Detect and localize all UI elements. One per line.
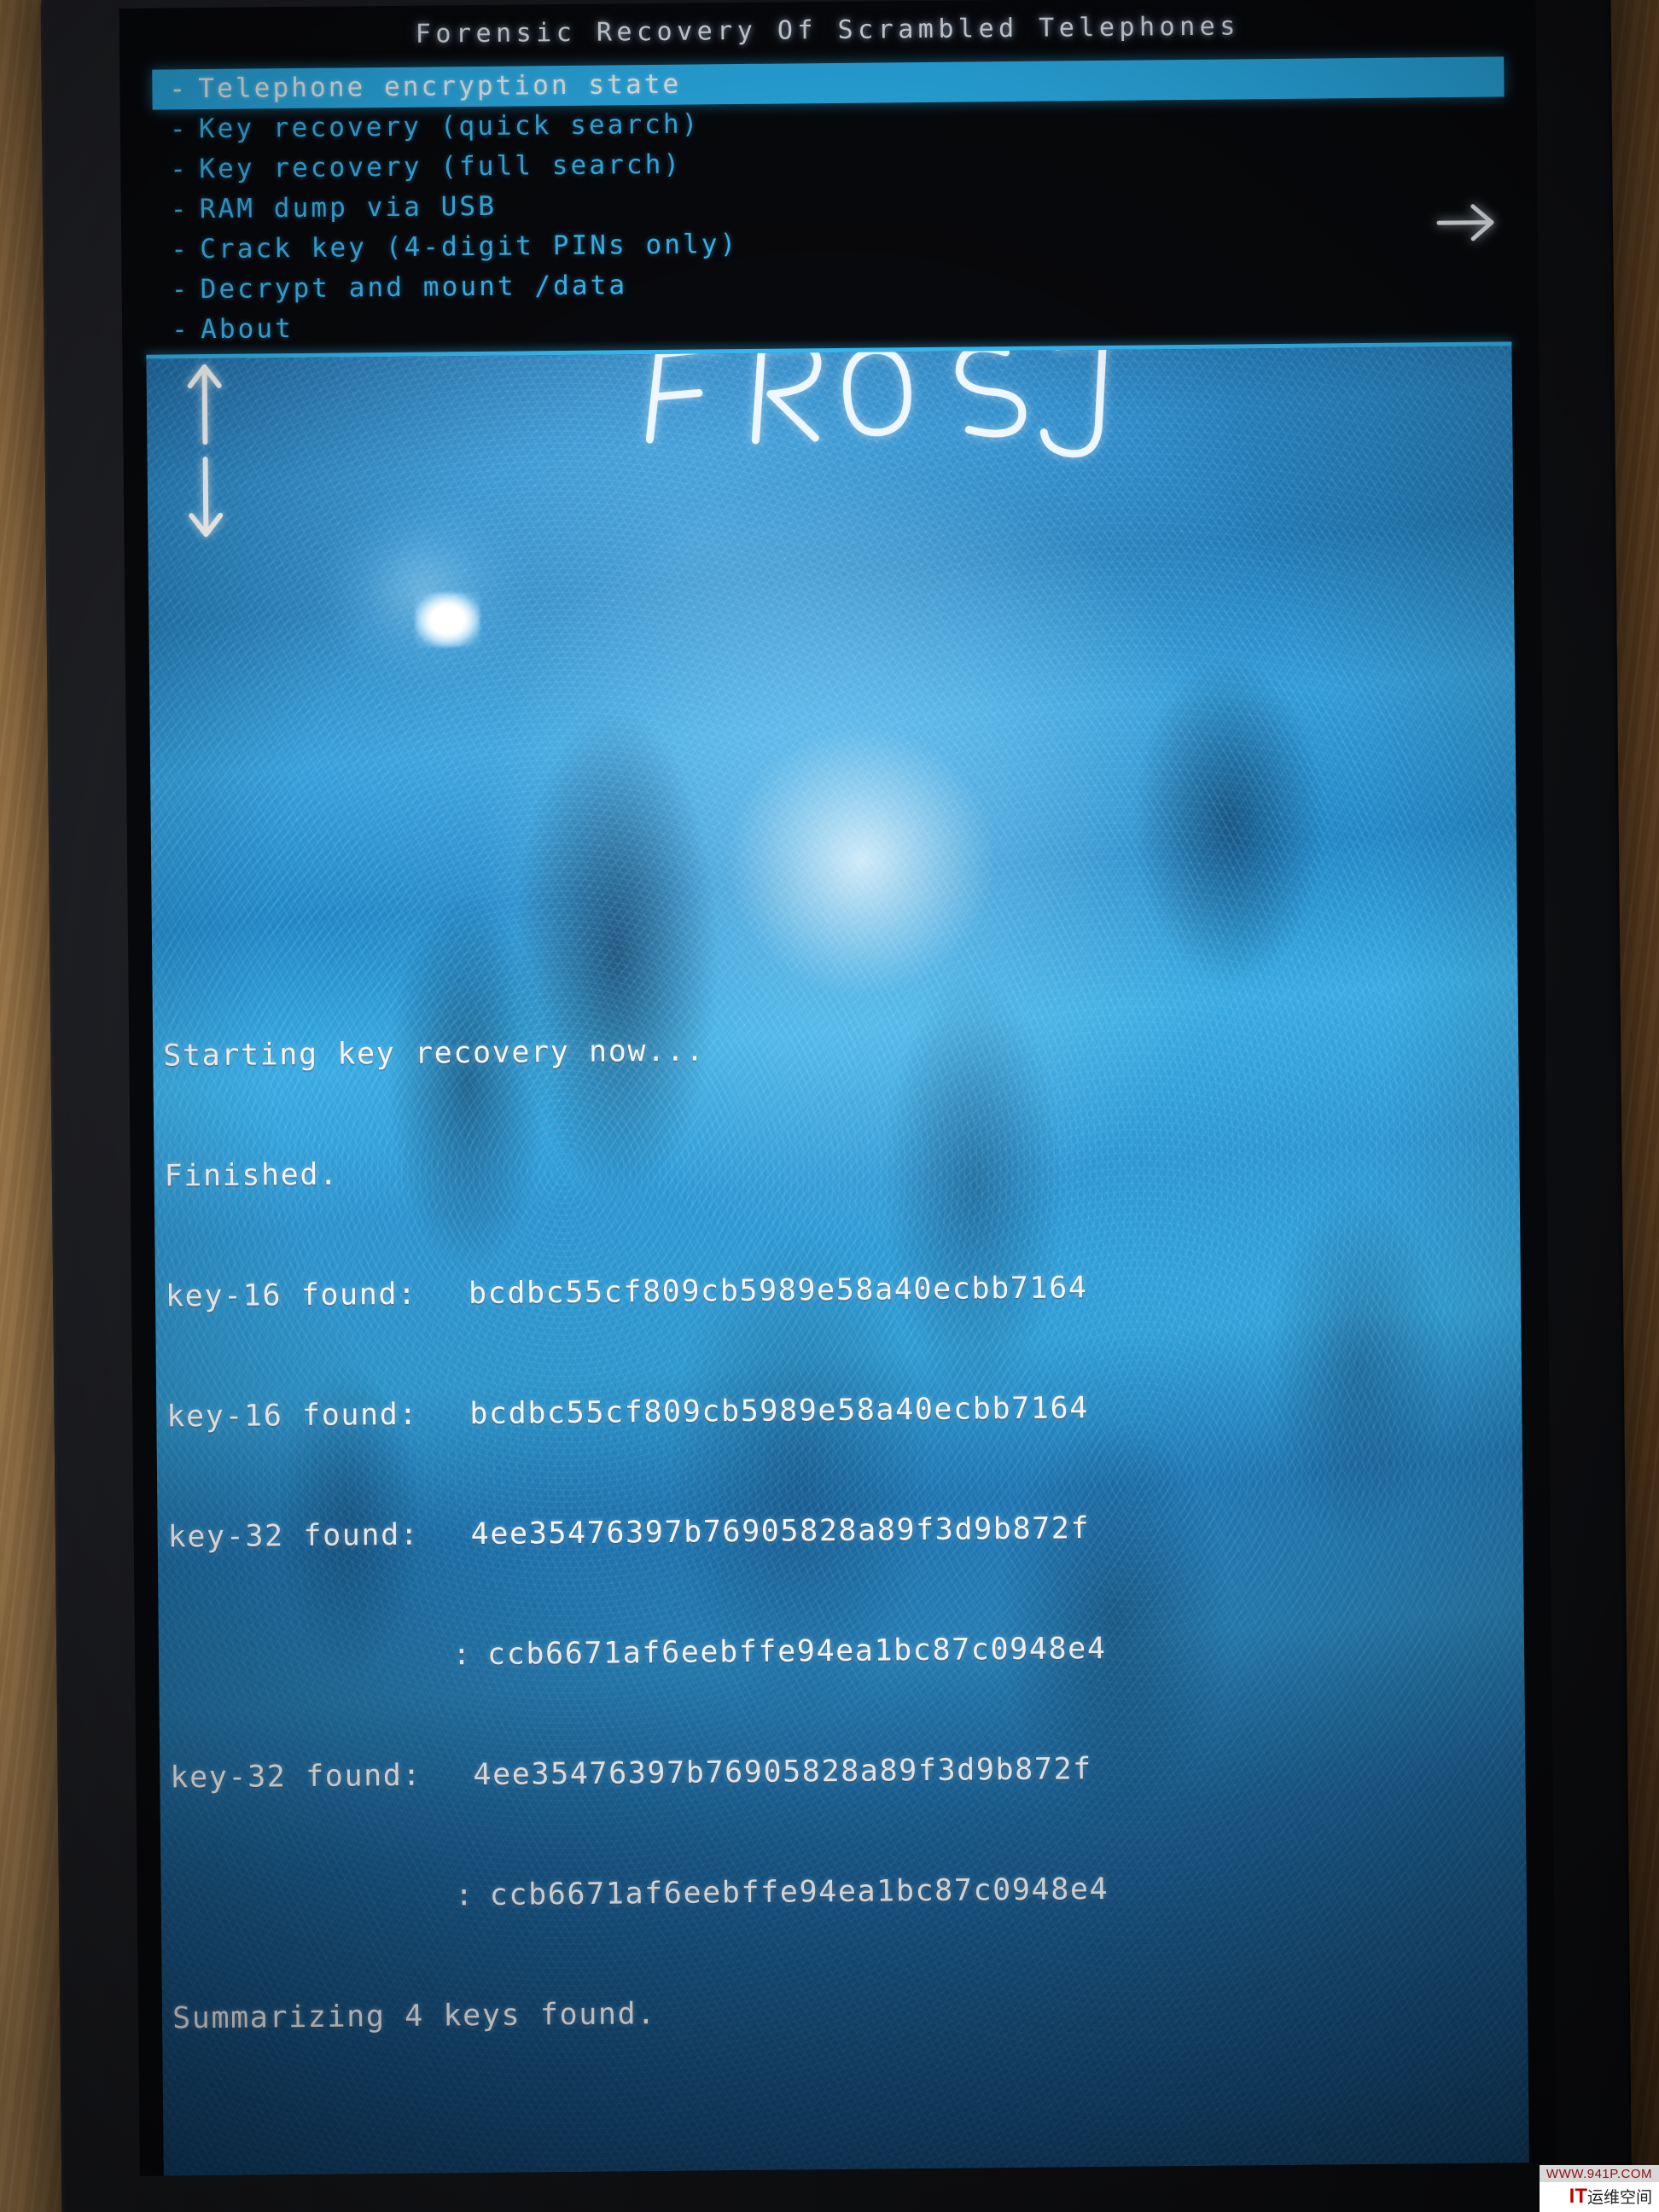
log-line-label: key-32 found:: [170, 1758, 422, 1796]
menu-item-label: Telephone encryption state: [198, 68, 682, 105]
log-line-value: ccb6671af6eebffe94ea1bc87c0948e4: [489, 1871, 1109, 1912]
menu-item-label: Key recovery (quick search): [198, 108, 701, 145]
frost-wordmark: [620, 346, 1167, 482]
phone-device-body: Forensic Recovery Of Scrambled Telephone…: [40, 0, 1633, 2212]
menu-bullet: -: [169, 114, 189, 145]
watermark-brand: IT运维空间: [1539, 2182, 1659, 2212]
log-line-value: ccb6671af6eebffe94ea1bc87c0948e4: [486, 1631, 1107, 1672]
menu-item-label: Crack key (4-digit PINs only): [200, 229, 739, 265]
log-line: Summarizing 4 keys found.: [172, 1986, 1521, 2039]
log-line-label: key-32 found:: [167, 1517, 420, 1555]
frost-wallpaper-pane: Starting key recovery now... Finished. k…: [146, 346, 1529, 2176]
phone-screen: Forensic Recovery Of Scrambled Telephone…: [119, 0, 1557, 2176]
log-line: key-16 found: bcdbc55cf809cb5989e58a40ecb…: [166, 1384, 1515, 1437]
log-line-label: key-16 found:: [165, 1277, 417, 1314]
log-line-label: Finished.: [164, 1157, 339, 1194]
menu-item-label: About: [200, 313, 294, 346]
site-watermark: WWW.941P.COM IT运维空间: [1539, 2165, 1659, 2212]
photograph-of-phone: Forensic Recovery Of Scrambled Telephone…: [0, 0, 1659, 2212]
log-line-label: :: [452, 1638, 473, 1673]
log-line: key-32 found: 4ee35476397b76905828a89f3d9…: [170, 1745, 1518, 1798]
log-line: : ccb6671af6eebffe94ea1bc87c0948e4: [169, 1625, 1517, 1678]
arrow-down-icon[interactable]: [180, 452, 232, 547]
light-halo: [325, 500, 524, 683]
menu-bullet: -: [171, 314, 191, 346]
specular-highlight: [415, 591, 480, 648]
menu-bullet: -: [171, 274, 190, 306]
log-line: key-32 found: 4ee35476397b76905828a89f3d9…: [167, 1505, 1516, 1557]
menu-bullet: -: [170, 194, 189, 225]
log-line-label: Starting key recovery now...: [163, 1033, 706, 1074]
log-line-label: Summarizing 4 keys found.: [172, 1997, 657, 2036]
log-line: Starting key recovery now...: [163, 1023, 1511, 1076]
menu-bullet: -: [169, 73, 189, 105]
log-line-value: 4ee35476397b76905828a89f3d9b872f: [470, 1511, 1091, 1552]
log-line: : ccb6671af6eebffe94ea1bc87c0948e4: [172, 1866, 1520, 1918]
recovery-menu: - Telephone encryption state - Key recover…: [152, 56, 1507, 390]
menu-item-label: Key recovery (full search): [199, 148, 683, 185]
menu-bullet: -: [170, 154, 189, 185]
arrow-right-icon[interactable]: [1435, 197, 1499, 247]
menu-item-label: Decrypt and mount /data: [200, 270, 628, 306]
watermark-brand-name: IT: [1569, 2185, 1587, 2208]
menu-bullet: -: [171, 234, 190, 265]
watermark-url: WWW.941P.COM: [1539, 2165, 1659, 2182]
log-line-value: bcdbc55cf809cb5989e58a40ecbb7164: [468, 1271, 1088, 1312]
log-line-label: :: [454, 1878, 474, 1913]
log-line: Finished.: [164, 1144, 1512, 1196]
recovery-log-output: Starting key recovery now... Finished. k…: [162, 943, 1522, 2119]
arrow-up-icon[interactable]: [178, 355, 230, 450]
watermark-brand-suffix: 运维空间: [1586, 2189, 1652, 2207]
page-title: Forensic Recovery Of Scrambled Telephone…: [415, 11, 1240, 49]
log-line-value: bcdbc55cf809cb5989e58a40ecbb7164: [469, 1391, 1090, 1432]
log-line: key-16 found: bcdbc55cf809cb5989e58a40ecb…: [166, 1264, 1514, 1317]
menu-item-label: RAM dump via USB: [199, 190, 498, 225]
log-line-label: key-16 found:: [166, 1397, 419, 1435]
log-line-value: 4ee35476397b76905828a89f3d9b872f: [473, 1752, 1093, 1793]
